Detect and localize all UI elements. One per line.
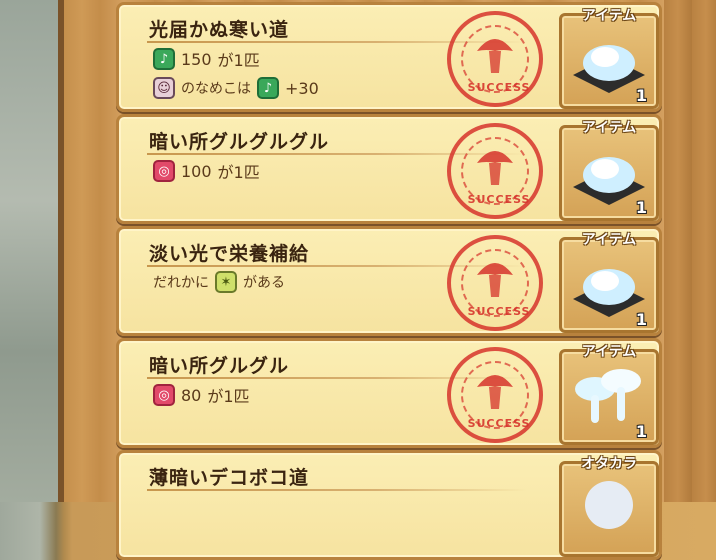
mission-condition: ◎ 100 が1匹 xyxy=(153,159,260,183)
mission-condition: だれかに ✶ がある xyxy=(153,271,285,293)
green-mushroom-icon: ♪ xyxy=(153,48,175,70)
red-mushroom-icon: ◎ xyxy=(153,384,175,406)
reward-item[interactable]: アイテム 1 xyxy=(559,119,659,221)
mission-title: 薄暗いデコボコ道 xyxy=(149,467,310,489)
condition-text: が1匹 xyxy=(217,163,260,182)
reward-quantity: 1 xyxy=(635,422,647,441)
moth-icon: ✶ xyxy=(215,271,237,293)
condition-amount: 100 xyxy=(181,161,212,181)
reward-label: アイテム xyxy=(581,8,637,24)
mission-list[interactable]: 光届かぬ寒い道 ♪ 150 が1匹 ☺ のなめこは ♪ +30 SUCCESS xyxy=(116,0,662,560)
condition-prefix: だれかに xyxy=(153,275,209,291)
stamp-text: SUCCESS xyxy=(467,193,531,206)
nameko-face-icon: ☺ xyxy=(153,77,175,99)
mission-title: 暗い所グルグルグル xyxy=(149,131,330,153)
mission-card[interactable]: 薄暗いデコボコ道 オタカラ xyxy=(116,450,662,560)
mission-title: 暗い所グルグル xyxy=(149,355,290,377)
success-stamp: SUCCESS xyxy=(447,235,543,331)
success-stamp: SUCCESS xyxy=(447,11,543,107)
mission-condition: ♪ 150 が1匹 xyxy=(153,47,260,71)
mission-card[interactable]: 淡い光で栄養補給 だれかに ✶ がある SUCCESS アイテム 1 xyxy=(116,226,662,336)
success-stamp: SUCCESS xyxy=(447,347,543,443)
treasure-orb-icon xyxy=(585,481,633,529)
reward-label: オタカラ xyxy=(581,456,637,472)
mission-card[interactable]: 光届かぬ寒い道 ♪ 150 が1匹 ☺ のなめこは ♪ +30 SUCCESS xyxy=(116,2,662,112)
reward-label: アイテム xyxy=(581,232,637,248)
bonus-value: +30 xyxy=(285,78,319,98)
reward-label: アイテム xyxy=(581,120,637,136)
wood-panel-right xyxy=(664,0,716,502)
red-mushroom-icon: ◎ xyxy=(153,160,175,182)
reward-item[interactable]: アイテム 1 xyxy=(559,231,659,333)
condition-text: が1匹 xyxy=(207,387,250,406)
reward-label: アイテム xyxy=(581,344,637,360)
green-mushroom-icon: ♪ xyxy=(257,77,279,99)
bonus-prefix: のなめこは xyxy=(181,81,251,97)
condition-text: が1匹 xyxy=(217,51,260,70)
mission-card[interactable]: 暗い所グルグル ◎ 80 が1匹 SUCCESS アイテム 1 xyxy=(116,338,662,448)
mission-card[interactable]: 暗い所グルグルグル ◎ 100 が1匹 SUCCESS アイテム 1 xyxy=(116,114,662,224)
reward-quantity: 1 xyxy=(635,86,647,105)
reward-item[interactable]: アイテム 1 xyxy=(559,7,659,109)
condition-amount: 150 xyxy=(181,49,212,69)
stamp-text: SUCCESS xyxy=(467,81,531,94)
mushroom-stamp-icon xyxy=(477,263,513,297)
reward-item[interactable]: アイテム 1 xyxy=(559,343,659,445)
reward-quantity: 1 xyxy=(635,198,647,217)
mushroom-stamp-icon xyxy=(477,375,513,409)
mushroom-stamp-icon xyxy=(477,39,513,73)
condition-text: がある xyxy=(243,275,285,291)
stamp-text: SUCCESS xyxy=(467,305,531,318)
reward-quantity: 1 xyxy=(635,310,647,329)
mushroom-stamp-icon xyxy=(477,151,513,185)
reward-item[interactable]: オタカラ xyxy=(559,455,659,557)
condition-amount: 80 xyxy=(181,385,202,405)
background-scenery xyxy=(0,0,58,502)
mission-title: 淡い光で栄養補給 xyxy=(149,243,310,265)
stamp-text: SUCCESS xyxy=(467,417,531,430)
mission-condition: ◎ 80 が1匹 xyxy=(153,383,250,407)
mission-bonus: ☺ のなめこは ♪ +30 xyxy=(153,77,319,99)
success-stamp: SUCCESS xyxy=(447,123,543,219)
divider xyxy=(147,489,527,491)
mission-title: 光届かぬ寒い道 xyxy=(149,19,290,41)
